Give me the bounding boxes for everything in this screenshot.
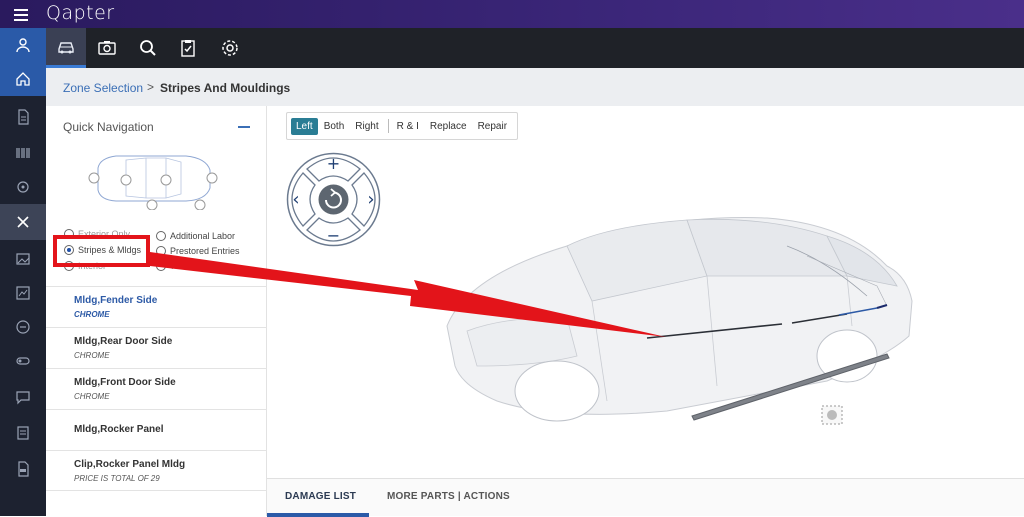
- radio-additional-labor[interactable]: Additional Labor: [156, 231, 235, 241]
- side-selector: Left Both Right R & I Replace Repair: [286, 112, 519, 140]
- part-item-front-door-side[interactable]: Mldg,Front Door Side CHROME: [46, 368, 267, 409]
- vehicle-3d-render[interactable]: [407, 206, 1024, 436]
- search-icon[interactable]: [128, 28, 168, 68]
- radio-wheels[interactable]: Wheels: [156, 261, 200, 271]
- target-icon[interactable]: [0, 170, 46, 204]
- app-title: Qapter: [46, 2, 115, 24]
- annotation-highlight-box: [53, 235, 150, 267]
- note-icon[interactable]: [0, 416, 46, 450]
- menu-icon[interactable]: [14, 6, 28, 22]
- clipboard-check-icon[interactable]: [168, 28, 208, 68]
- user-icon[interactable]: [0, 28, 46, 62]
- side-right-button[interactable]: Right: [350, 118, 383, 135]
- quick-navigation-title: Quick Navigation: [63, 120, 154, 134]
- breadcrumb-zone-selection[interactable]: Zone Selection: [63, 81, 143, 95]
- camera-icon[interactable]: [87, 28, 127, 68]
- bottom-tabs: DAMAGE LIST MORE PARTS | ACTIONS: [267, 478, 1024, 517]
- active-tab-indicator: [267, 513, 369, 517]
- image-icon[interactable]: [0, 242, 46, 276]
- collapse-icon[interactable]: [238, 126, 250, 128]
- zoom-in-button[interactable]: +: [327, 154, 340, 173]
- repair-button[interactable]: Repair: [473, 118, 512, 135]
- document-icon[interactable]: [0, 100, 46, 134]
- tab-more-parts-actions[interactable]: MORE PARTS | ACTIONS: [387, 491, 510, 502]
- side-both-button[interactable]: Both: [319, 118, 350, 135]
- part-item-fender-side[interactable]: Mldg,Fender Side CHROME: [46, 286, 267, 327]
- car-diagram[interactable]: [86, 146, 218, 210]
- toolbar: [46, 28, 1024, 68]
- home-icon[interactable]: [0, 62, 46, 96]
- quick-navigation-panel: Quick Navigation Exterior Only Additiona…: [46, 106, 267, 516]
- app-header: Qapter: [0, 0, 1024, 28]
- side-left-button[interactable]: Left: [291, 117, 318, 135]
- part-item-clip-rocker-panel[interactable]: Clip,Rocker Panel Mldg PRICE IS TOTAL OF…: [46, 450, 267, 491]
- gear-icon[interactable]: [210, 28, 250, 68]
- ri-button[interactable]: R & I: [392, 118, 424, 135]
- rotate-left-button[interactable]: ‹: [292, 189, 299, 210]
- parts-list: Mldg,Fender Side CHROME Mldg,Rear Door S…: [46, 286, 267, 491]
- replace-button[interactable]: Replace: [425, 118, 472, 135]
- selector-divider: [387, 119, 389, 133]
- part-item-rocker-panel[interactable]: Mldg,Rocker Panel: [46, 409, 267, 450]
- left-rail: [0, 28, 46, 516]
- breadcrumb-current: Stripes And Mouldings: [160, 81, 291, 95]
- rotate-right-button[interactable]: ›: [367, 189, 374, 210]
- breadcrumb: Zone Selection > Stripes And Mouldings: [46, 68, 1024, 106]
- pdf-icon[interactable]: [0, 452, 46, 486]
- part-item-rear-door-side[interactable]: Mldg,Rear Door Side CHROME: [46, 327, 267, 368]
- minus-circle-icon[interactable]: [0, 310, 46, 344]
- tools-icon[interactable]: [0, 204, 46, 240]
- vehicle-3d-viewer: Left Both Right R & I Replace Repair + −…: [267, 106, 1024, 478]
- breadcrumb-separator: >: [147, 80, 155, 94]
- radio-prestored-entries[interactable]: Prestored Entries: [156, 246, 240, 256]
- car-icon[interactable]: [46, 28, 86, 68]
- zoom-out-button[interactable]: −: [327, 226, 340, 245]
- barcode-icon[interactable]: [0, 136, 46, 170]
- toggle-icon[interactable]: [0, 344, 46, 378]
- view-control-pad[interactable]: + − ‹ ›: [285, 151, 382, 248]
- chat-icon[interactable]: [0, 380, 46, 414]
- chart-icon[interactable]: [0, 276, 46, 310]
- tab-damage-list[interactable]: DAMAGE LIST: [285, 491, 356, 502]
